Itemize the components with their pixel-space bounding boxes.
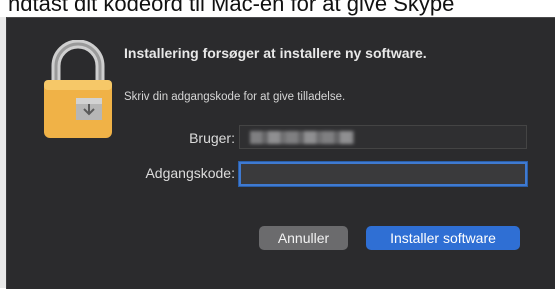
install-software-button[interactable]: Installer software bbox=[366, 226, 520, 250]
redacted-username bbox=[250, 131, 354, 144]
dialog-title: Installering forsøger at installere ny s… bbox=[124, 45, 427, 61]
background-instruction-text: ndtast dit kodeord til Mac-en for at giv… bbox=[8, 0, 455, 16]
password-label: Adgangskode: bbox=[145, 165, 235, 181]
password-field[interactable] bbox=[239, 162, 527, 186]
cancel-button[interactable]: Annuller bbox=[259, 226, 348, 250]
lock-icon bbox=[38, 39, 118, 140]
user-label: Bruger: bbox=[189, 130, 235, 146]
dialog-subtitle: Skriv din adgangskode for at give tillad… bbox=[124, 91, 346, 103]
user-field[interactable] bbox=[239, 125, 527, 149]
password-input[interactable] bbox=[249, 167, 517, 182]
